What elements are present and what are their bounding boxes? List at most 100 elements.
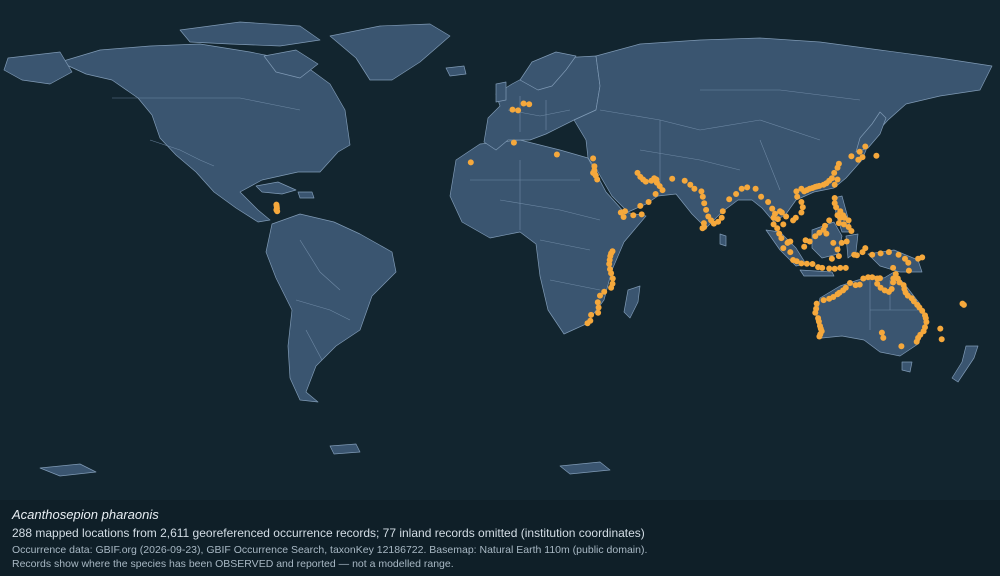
occurrence-point [691,185,698,192]
world-map [0,0,1000,500]
occurrence-point [669,175,676,182]
occurrence-point [652,191,659,197]
occurrence-point [787,249,794,256]
occurrence-point [937,325,944,332]
occurrence-point [803,260,810,267]
occurrence-point [526,101,533,108]
occurrence-point [718,214,725,221]
occurrence-point [642,178,649,185]
occurrence-point [733,191,740,197]
occurrence-point [801,243,808,250]
occurrence-point [780,221,787,228]
great-britain [495,81,507,103]
occurrence-point [595,304,602,311]
occurrence-point [831,181,838,188]
occurrence-point [905,259,912,266]
occurrence-point [802,237,809,244]
occurrence-point [597,292,603,299]
occurrence-point [873,152,880,159]
occurrence-point [809,261,816,267]
occurrence-point [553,151,560,158]
occurrence-point [719,208,726,215]
occurrence-point [609,275,616,282]
occurrence-point [726,196,733,203]
map-caption: Acanthosepion pharaonis 288 mapped locat… [0,500,1000,576]
occurrence-point [856,148,863,155]
occurrence-point [938,336,945,343]
occurrence-point [798,209,805,216]
occurrence-point [835,253,842,260]
occurrence-point [592,171,598,178]
occurrence-point [826,217,833,224]
occurrence-point [645,199,652,205]
data-source: Occurrence data: GBIF.org (2026-09-23), … [12,544,648,556]
occurrence-point [812,309,819,316]
occurrence-point [703,206,710,213]
occurrence-point [877,275,883,282]
occurrence-point [888,286,895,292]
record-summary: 288 mapped locations from 2,611 georefer… [12,526,645,540]
occurrence-point [608,270,615,277]
occurrence-point [831,195,838,201]
occurrence-point [842,284,849,291]
sri-lanka [719,233,727,247]
iceland [445,65,467,77]
occurrence-point [588,311,595,318]
occurrence-point [834,212,841,219]
occurrence-point [769,205,776,212]
occurrence-point [895,251,902,258]
occurrence-point [834,246,841,253]
occurrence-point [594,176,601,183]
occurrence-point [913,338,920,345]
occurrence-point [877,250,884,257]
occurrence-point [869,274,876,281]
occurrence-point [855,156,862,163]
occurrence-point [590,155,597,162]
occurrence-point [780,245,787,252]
occurrence-point [835,220,842,227]
occurrence-point [898,343,905,350]
occurrence-point [834,176,841,183]
occurrence-point [638,211,645,218]
occurrence-point [659,187,666,194]
occurrence-point [856,281,863,288]
occurrence-point [890,264,897,271]
occurrence-point [905,267,912,274]
occurrence-point [820,297,827,304]
occurrence-point [752,185,759,192]
occurrence-point [681,177,688,184]
occurrence-point [510,139,517,146]
occurrence-point [637,202,644,209]
occurrence-point [835,160,842,167]
occurrence-point [919,254,926,261]
occurrence-point [831,265,838,272]
occurrence-point [792,214,799,221]
occurrence-point [862,143,869,150]
occurrence-point [798,199,805,205]
species-name: Acanthosepion pharaonis [12,507,159,522]
occurrence-point [799,204,806,211]
occurrence-point [783,213,790,220]
occurrence-point [784,239,791,246]
occurrence-point [758,193,765,200]
occurrence-point [845,217,852,224]
occurrence-point [630,212,637,219]
hispaniola [297,191,315,199]
occurrence-point [862,245,869,252]
occurrence-point [774,225,781,232]
tasmania [901,361,913,373]
occurrence-point [778,235,785,242]
occurrence-point [843,238,850,245]
map-svg [0,0,1000,500]
occurrence-point [595,309,602,316]
occurrence-point [923,319,930,325]
occurrence-point [701,224,708,230]
occurrence-point [794,193,801,200]
observation-note: Records show where the species has been … [12,558,454,570]
occurrence-point [878,329,885,336]
occurrence-point [848,228,855,234]
occurrence-point [831,169,838,176]
occurrence-point [842,264,849,271]
occurrence-point [885,249,892,256]
occurrence-point [816,333,823,340]
